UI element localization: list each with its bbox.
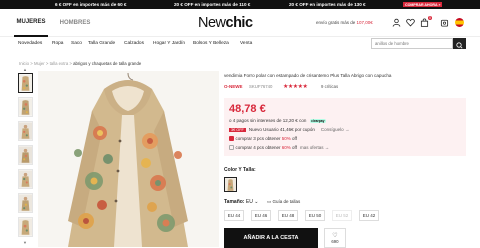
- offer2-prefix: comprar 4 pcs obtener: [235, 145, 282, 150]
- installment-amount: 12,20 €: [282, 118, 298, 123]
- tab-women[interactable]: MUJERES: [14, 9, 48, 37]
- spain-flag-icon[interactable]: [455, 18, 464, 27]
- breadcrumb-current: abrigos y chaquetas de talla grande: [73, 61, 142, 66]
- brand-link[interactable]: O-NEWE: [224, 84, 243, 89]
- chevron-down-icon[interactable]: ⌄: [254, 199, 258, 205]
- thumbnail-6[interactable]: [18, 193, 33, 213]
- bag-count-badge: 0: [428, 16, 432, 20]
- add-to-cart-button[interactable]: AÑADIR A LA CESTA: [224, 228, 318, 248]
- size-guide-text: Guía de tallas: [272, 199, 301, 204]
- rating-stars-icon: ★★★★★: [283, 83, 308, 90]
- nav-item-venta[interactable]: Venta: [240, 41, 252, 46]
- offer2-suffix: off: [290, 145, 297, 150]
- user-icon[interactable]: [392, 18, 401, 27]
- price: 48,78 €: [229, 103, 266, 115]
- size-option[interactable]: EU 50: [305, 210, 325, 221]
- color-label: Color Y Talla:: [224, 167, 256, 173]
- search-icon: [456, 42, 463, 49]
- main-product-image[interactable]: [38, 71, 219, 247]
- nav-item-ropa[interactable]: Ropa: [52, 41, 63, 46]
- logo-part-b: chic: [225, 15, 254, 31]
- get-coupon-link[interactable]: Consíguelo →: [321, 127, 350, 132]
- size-guide-link[interactable]: ▭ Guía de tallas: [267, 199, 300, 205]
- offer1-pct: 50%: [281, 136, 291, 141]
- logo-part-a: New: [198, 15, 226, 31]
- ruler-icon: ▭: [267, 199, 272, 204]
- color-swatch[interactable]: [224, 177, 237, 192]
- coupon-text: Nuevo Usuario 41,46€ por cupón: [248, 127, 315, 132]
- shipping-amount: 107,00€: [356, 20, 373, 25]
- nav-item-bolsos[interactable]: Bolsos Y Belleza: [193, 41, 229, 46]
- coupon-line: 3€ OFF Nuevo Usuario 41,46€ por cupón Cons…: [229, 127, 349, 132]
- offer-line-1: comprar 3 pcs obtener 50% off: [229, 136, 297, 141]
- size-label-text: Tamaño:: [224, 199, 245, 205]
- size-option[interactable]: EU 46: [251, 210, 271, 221]
- wishlist-button[interactable]: ♡ 690: [324, 228, 346, 248]
- size-label: Tamaño: EU ⌄: [224, 199, 258, 205]
- offer-checkbox-checked[interactable]: [229, 136, 234, 141]
- promo-bar: 6 € OFF en importes más de 60 € 20 € OFF…: [0, 0, 480, 9]
- size-system-select[interactable]: EU: [246, 199, 253, 205]
- breadcrumb-home[interactable]: Inicio: [19, 61, 29, 66]
- thumbnail-4[interactable]: [18, 145, 33, 165]
- more-offers-link[interactable]: mas ofertas →: [300, 145, 329, 150]
- nav-item-calzados[interactable]: Calzados: [124, 41, 144, 46]
- offer1-suffix: off: [290, 136, 297, 141]
- promo-offer-3: 20 € OFF en importes más de 130 €: [289, 2, 366, 7]
- clearpay-badge[interactable]: clearpay: [309, 119, 326, 123]
- size-option[interactable]: EU 48: [278, 210, 298, 221]
- nav-item-saco[interactable]: Saco: [71, 41, 82, 46]
- thumb-up-arrow-icon[interactable]: ▲: [23, 67, 27, 72]
- free-shipping-note: envío gratis más de 107,00€: [316, 20, 373, 25]
- header: MUJERES HOMBRES Newchic envío gratis más…: [0, 9, 480, 37]
- offer-line-2: comprar 4 pcs obtener 60% off mas ofertas…: [229, 145, 329, 150]
- offer-checkbox-unchecked[interactable]: [229, 145, 234, 150]
- installments-prefix: o 4 pagos sin intereses de: [229, 118, 283, 123]
- coat-illustration: [38, 71, 219, 247]
- thumb-down-arrow-icon[interactable]: ▼: [23, 240, 27, 245]
- search-button[interactable]: [453, 38, 466, 49]
- breadcrumb: Inicio > Mujer > talla extra > abrigos y…: [19, 61, 141, 66]
- thumbnail-3[interactable]: [18, 121, 33, 141]
- search-input[interactable]: [371, 38, 453, 49]
- newchic-logo[interactable]: Newchic: [198, 15, 253, 31]
- reviews-link[interactable]: 9 críticas: [321, 84, 338, 89]
- promo-offer-1: 6 € OFF en importes más de 60 €: [55, 2, 127, 7]
- thumbnail-1[interactable]: [18, 73, 33, 93]
- size-option-unavailable: EU 52: [332, 210, 352, 221]
- installments-line: o 4 pagos sin intereses de 12,20 € con c…: [229, 118, 326, 123]
- breadcrumb-talla-extra[interactable]: talla extra: [50, 61, 69, 66]
- wishlist-count: 690: [331, 238, 339, 244]
- installments-with: con: [297, 118, 308, 123]
- shop-now-button[interactable]: COMPRAR AHORA »: [403, 2, 443, 8]
- thumbnail-5[interactable]: [18, 169, 33, 189]
- nav-item-talla-grande[interactable]: Talla Grande: [88, 41, 115, 46]
- cart-icon[interactable]: [440, 18, 449, 27]
- breadcrumb-mujer[interactable]: Mujer: [34, 61, 45, 66]
- thumbnail-7[interactable]: [18, 217, 33, 237]
- price-box: 48,78 € o 4 pagos sin intereses de 12,20…: [224, 98, 466, 156]
- nav-item-hogar[interactable]: Hogar Y Jardín: [153, 41, 185, 46]
- size-option[interactable]: EU 44: [224, 210, 244, 221]
- nav-item-novedades[interactable]: Novedades: [18, 41, 42, 46]
- size-option[interactable]: EU 42: [359, 210, 379, 221]
- heart-icon[interactable]: [406, 18, 415, 27]
- offer2-pct: 60%: [281, 145, 291, 150]
- product-title: vendimia Forro polar con estampado de cr…: [224, 73, 392, 78]
- tab-men[interactable]: HOMBRES: [56, 9, 94, 37]
- thumbnail-2[interactable]: [18, 97, 33, 117]
- coupon-chip: 3€ OFF: [229, 128, 246, 132]
- product-sku: SKUF76740: [249, 84, 273, 89]
- promo-offer-2: 20 € OFF en importes más de 110 €: [174, 2, 251, 7]
- shipping-prefix: envío gratis más de: [316, 20, 357, 25]
- offer1-prefix: comprar 3 pcs obtener: [235, 136, 282, 141]
